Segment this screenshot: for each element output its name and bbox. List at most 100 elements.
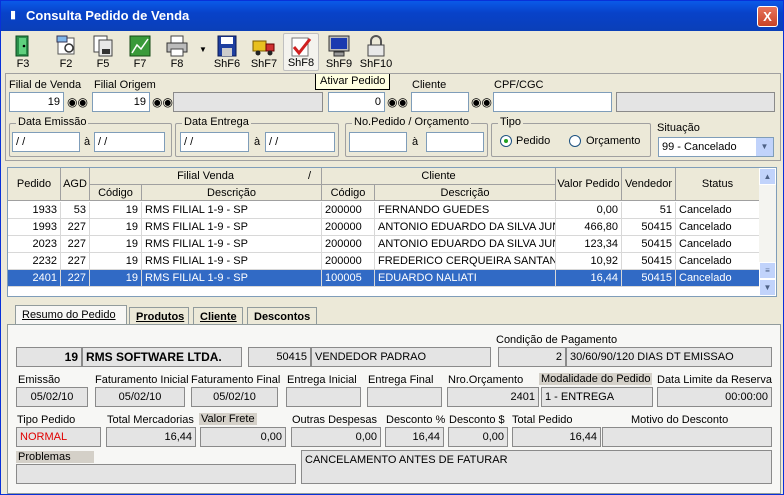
total-merc-label: Total Mercadorias — [107, 414, 194, 426]
col-cliente-codigo[interactable]: Código — [322, 185, 375, 201]
data-entrega-start[interactable]: / / — [180, 132, 249, 152]
problemas-label: Problemas — [16, 451, 94, 463]
cpf-input[interactable] — [493, 92, 612, 112]
binoculars-search-icon[interactable]: ◉◉ — [152, 93, 173, 111]
scroll-down-icon[interactable]: ▼ — [759, 279, 776, 296]
cell-valor: 466,80 — [556, 219, 622, 236]
cell-valor: 0,00 — [556, 202, 622, 219]
radio-orcamento-label[interactable]: Orçamento — [586, 135, 640, 147]
grid-scrollbar[interactable]: ▲ ▼ ≡ — [759, 168, 776, 296]
close-button[interactable]: X — [757, 6, 778, 27]
binoculars-search-icon[interactable]: ◉◉ — [471, 93, 492, 111]
cell-cdesc: FREDERICO CERQUEIRA SANTANA — [375, 253, 556, 270]
toolbar-button-shf10[interactable]: ShF10 — [358, 33, 394, 71]
col-filial-descricao[interactable]: Descrição — [142, 185, 322, 201]
save-disk-icon — [217, 35, 237, 57]
scroll-up-icon[interactable]: ▲ — [759, 168, 776, 185]
title-bar[interactable]: ▮ Consulta Pedido de Venda X — [1, 1, 783, 31]
data-emissao-end[interactable]: / / — [94, 132, 165, 152]
range-separator: à — [254, 136, 261, 148]
cell-ccod: 200000 — [322, 219, 375, 236]
col-filial-codigo[interactable]: Código — [90, 185, 142, 201]
filial-nome: RMS SOFTWARE LTDA. — [82, 347, 242, 367]
toolbar-button-shf6[interactable]: ShF6 — [209, 33, 245, 71]
cell-fcod: 19 — [90, 219, 142, 236]
col-vendedor[interactable]: Vendedor — [622, 168, 676, 201]
dropdown-arrow-icon[interactable]: ▼ — [199, 45, 207, 54]
cell-pedido: 2023 — [8, 236, 61, 253]
filial-venda-input[interactable]: 19 — [9, 92, 64, 112]
cell-agd: 227 — [61, 219, 90, 236]
cell-status: Cancelado — [676, 219, 760, 236]
ent-ini-value — [286, 387, 361, 407]
situacao-select[interactable]: 99 - Cancelado ▼ — [658, 137, 774, 157]
cell-fcod: 19 — [90, 270, 142, 287]
filial-origem-input[interactable]: 19 — [92, 92, 150, 112]
radio-pedido-label[interactable]: Pedido — [516, 135, 550, 147]
cell-fdesc: RMS FILIAL 1-9 - SP — [142, 219, 322, 236]
frete-value: 0,00 — [200, 427, 286, 447]
reserva-label: Data Limite da Reserva — [657, 374, 772, 386]
vendedor-cod: 50415 — [248, 347, 311, 367]
condicao-label: Condição de Pagamento — [496, 334, 618, 346]
desc-val-value: 0,00 — [448, 427, 508, 447]
frete-label: Valor Frete — [199, 413, 257, 425]
radio-orcamento[interactable] — [569, 135, 581, 147]
desc-pct-label: Desconto % — [386, 414, 446, 426]
cell-status: Cancelado — [676, 236, 760, 253]
cell-fcod: 19 — [90, 236, 142, 253]
modalidade-label: Modalidade do Pedido — [539, 373, 653, 385]
toolbar-button-shf9[interactable]: ShF9 — [321, 33, 357, 71]
scroll-thumb[interactable]: ≡ — [759, 262, 776, 279]
table-row[interactable]: 1933 53 19 RMS FILIAL 1-9 - SP 200000 FERNAND… — [8, 202, 760, 219]
total-merc-value: 16,44 — [106, 427, 196, 447]
binoculars-search-icon[interactable]: ◉◉ — [387, 93, 408, 111]
cell-fcod: 19 — [90, 202, 142, 219]
pedido-end[interactable] — [426, 132, 484, 152]
col-agd[interactable]: AGD — [61, 168, 90, 201]
toolbar-button-shf8[interactable]: ShF8 — [283, 33, 319, 71]
col-status[interactable]: Status — [676, 168, 760, 201]
cell-fdesc: RMS FILIAL 1-9 - SP — [142, 253, 322, 270]
toolbar-button-shf7[interactable]: ShF7 — [246, 33, 282, 71]
data-entrega-end[interactable]: / / — [265, 132, 335, 152]
ent-fin-label: Entrega Final — [368, 374, 434, 386]
observacao-value: CANCELAMENTO ANTES DE FATURAR — [301, 450, 772, 484]
cell-fdesc: RMS FILIAL 1-9 - SP — [142, 236, 322, 253]
table-row[interactable]: 2401 227 19 RMS FILIAL 1-9 - SP 100005 EDUARD… — [8, 270, 760, 287]
code-input[interactable]: 0 — [328, 92, 385, 112]
cond-desc: 30/60/90/120 DIAS DT EMISSAO — [566, 347, 772, 367]
tipo-pedido-value: NORMAL — [16, 427, 101, 447]
table-row[interactable]: 2232 227 19 RMS FILIAL 1-9 - SP 200000 FREDER… — [8, 253, 760, 270]
fat-fin-label: Faturamento Final — [191, 374, 281, 386]
chevron-down-icon[interactable]: ▼ — [756, 138, 773, 156]
toolbar-button-f2[interactable]: F2 — [48, 33, 84, 71]
cell-fdesc: RMS FILIAL 1-9 - SP — [142, 202, 322, 219]
modalidade-value: 1 - ENTREGA — [541, 387, 653, 407]
radio-pedido[interactable] — [500, 135, 512, 147]
toolbar-button-f7[interactable]: F7 — [122, 33, 158, 71]
col-valor[interactable]: Valor Pedido — [556, 168, 622, 201]
cell-fcod: 19 — [90, 253, 142, 270]
col-pedido[interactable]: Pedido — [8, 168, 61, 201]
cliente-input[interactable] — [411, 92, 469, 112]
binoculars-search-icon[interactable]: ◉◉ — [67, 93, 88, 111]
toolbar-button-f5[interactable]: F5 — [85, 33, 121, 71]
activate-check-icon — [291, 37, 312, 57]
col-filial-venda[interactable]: Filial Venda / — [90, 168, 322, 185]
table-row[interactable]: 2023 227 19 RMS FILIAL 1-9 - SP 200000 ANTONI… — [8, 236, 760, 253]
cell-ccod: 200000 — [322, 236, 375, 253]
data-emissao-start[interactable]: / / — [12, 132, 80, 152]
cell-ccod: 200000 — [322, 253, 375, 270]
toolbar-button-f8[interactable]: F8 — [159, 33, 195, 71]
col-cliente[interactable]: Cliente — [322, 168, 556, 185]
col-cliente-descricao[interactable]: Descrição — [375, 185, 556, 201]
cell-valor: 123,34 — [556, 236, 622, 253]
toolbar-button-f3[interactable]: F3 — [5, 33, 41, 71]
cell-valor: 10,92 — [556, 253, 622, 270]
pedido-start[interactable] — [349, 132, 407, 152]
monitor-icon — [328, 35, 350, 57]
table-row[interactable]: 1993 227 19 RMS FILIAL 1-9 - SP 200000 ANTONI… — [8, 219, 760, 236]
ent-ini-label: Entrega Inicial — [287, 374, 357, 386]
filial-venda-label: Filial de Venda — [9, 79, 82, 91]
